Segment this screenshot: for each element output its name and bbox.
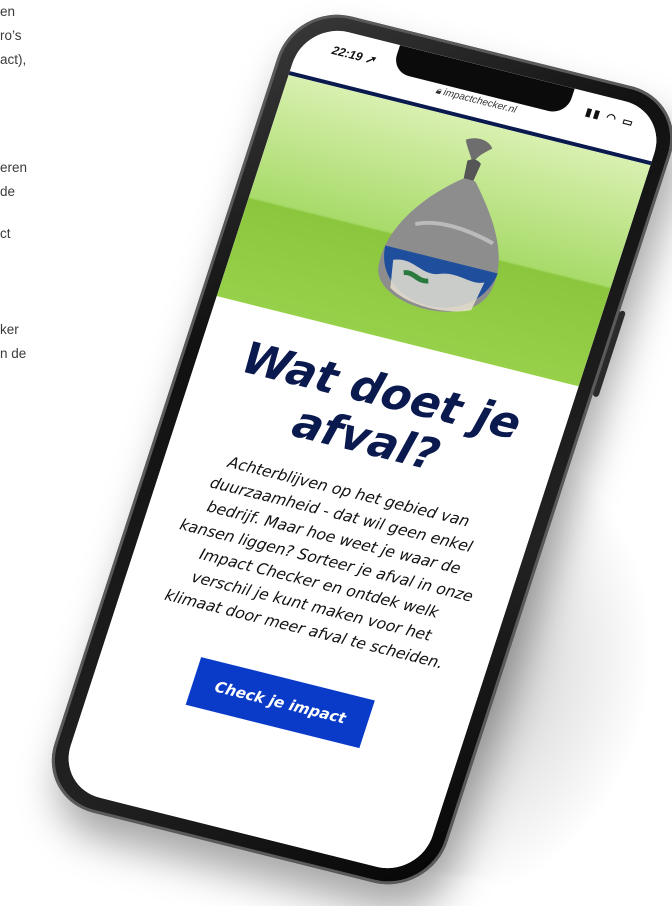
signal-icon: ▮▮ [583, 106, 604, 122]
trash-bag-earth-image [377, 138, 499, 312]
phone-mockup: 22:19 ➚ ▮▮ ◠ ▭ 🔒︎ impactchecker.nl Wat d… [0, 0, 672, 897]
battery-icon: ▭ [620, 115, 637, 130]
wifi-icon: ◠ [604, 111, 620, 126]
phone-frame: 22:19 ➚ ▮▮ ◠ ▭ 🔒︎ impactchecker.nl Wat d… [36, 2, 672, 897]
check-impact-button[interactable]: Check je impact [186, 657, 375, 749]
main-content: Wat doet je afval? Achterblijven op het … [57, 296, 579, 878]
location-arrow-icon: ➚ [363, 51, 378, 68]
phone-screen: 22:19 ➚ ▮▮ ◠ ▭ 🔒︎ impactchecker.nl Wat d… [57, 21, 668, 878]
